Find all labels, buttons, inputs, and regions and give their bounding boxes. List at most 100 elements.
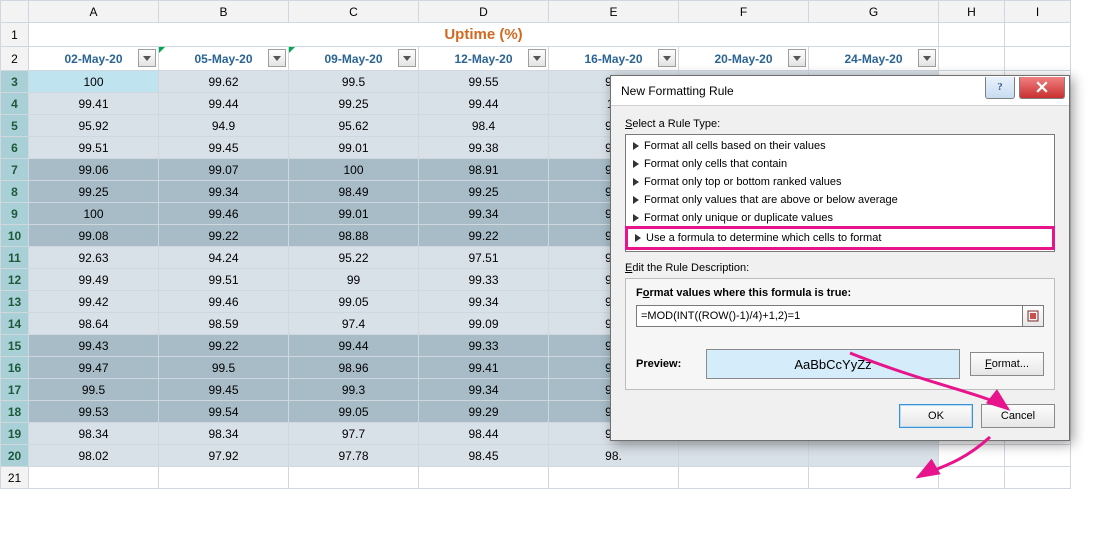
cell[interactable] (679, 467, 809, 489)
cell[interactable]: 98.4 (419, 115, 549, 137)
cell[interactable]: 99.22 (419, 225, 549, 247)
cell[interactable]: 95.62 (289, 115, 419, 137)
cell[interactable]: 95.22 (289, 247, 419, 269)
cell[interactable]: 99.42 (29, 291, 159, 313)
filter-dropdown-button[interactable] (268, 49, 286, 67)
row-header[interactable]: 17 (1, 379, 29, 401)
cell[interactable] (1005, 23, 1071, 47)
cell[interactable]: 99.06 (29, 159, 159, 181)
cell[interactable]: 99.53 (29, 401, 159, 423)
rule-type-list[interactable]: Format all cells based on their values Fo… (625, 134, 1055, 252)
cell[interactable] (1005, 467, 1071, 489)
help-button[interactable]: ? (985, 77, 1015, 99)
col-header[interactable]: D (419, 1, 549, 23)
cell[interactable]: 99.41 (29, 93, 159, 115)
cell[interactable]: 99.45 (159, 137, 289, 159)
cell[interactable]: 99.51 (159, 269, 289, 291)
cell[interactable] (679, 445, 809, 467)
cell[interactable] (29, 467, 159, 489)
col-header[interactable]: H (939, 1, 1005, 23)
row-header[interactable]: 5 (1, 115, 29, 137)
cell[interactable]: 99.25 (419, 181, 549, 203)
cell[interactable]: 99.54 (159, 401, 289, 423)
column-header-cell[interactable]: 09-May-20 (289, 47, 419, 71)
col-header[interactable]: C (289, 1, 419, 23)
cell[interactable]: 99.25 (29, 181, 159, 203)
cell[interactable]: 100 (29, 203, 159, 225)
row-header[interactable]: 3 (1, 71, 29, 93)
cell[interactable]: 98.34 (159, 423, 289, 445)
cell[interactable]: 99.49 (29, 269, 159, 291)
cell[interactable]: 94.24 (159, 247, 289, 269)
sheet-title[interactable]: Uptime (%) (29, 23, 939, 47)
rule-type-item[interactable]: Format only top or bottom ranked values (626, 173, 1054, 191)
cell[interactable] (1005, 445, 1071, 467)
collapse-dialog-button[interactable] (1022, 305, 1044, 327)
cell[interactable]: 92.63 (29, 247, 159, 269)
cell[interactable]: 98.49 (289, 181, 419, 203)
cell[interactable]: 99.22 (159, 335, 289, 357)
cell[interactable]: 99.55 (419, 71, 549, 93)
cell[interactable]: 99.41 (419, 357, 549, 379)
close-button[interactable] (1019, 77, 1065, 99)
row-header[interactable]: 21 (1, 467, 29, 489)
cell[interactable]: 99.44 (159, 93, 289, 115)
row-header[interactable]: 9 (1, 203, 29, 225)
row-header[interactable]: 1 (1, 23, 29, 47)
cell[interactable]: 99.22 (159, 225, 289, 247)
cell[interactable]: 99.33 (419, 335, 549, 357)
cell[interactable]: 99.25 (289, 93, 419, 115)
cell[interactable]: 99.08 (29, 225, 159, 247)
cell[interactable]: 98.45 (419, 445, 549, 467)
rule-type-item[interactable]: Format all cells based on their values (626, 137, 1054, 155)
row-header[interactable]: 20 (1, 445, 29, 467)
row-header[interactable]: 13 (1, 291, 29, 313)
cell[interactable]: 99.29 (419, 401, 549, 423)
col-header[interactable]: E (549, 1, 679, 23)
cell[interactable]: 99.34 (419, 203, 549, 225)
cell[interactable]: 97.51 (419, 247, 549, 269)
cell[interactable] (939, 467, 1005, 489)
row-header[interactable]: 11 (1, 247, 29, 269)
cell[interactable]: 99.05 (289, 291, 419, 313)
cell[interactable]: 99.34 (419, 379, 549, 401)
row-header[interactable]: 18 (1, 401, 29, 423)
cell[interactable]: 99.38 (419, 137, 549, 159)
cell[interactable]: 99.5 (289, 71, 419, 93)
filter-dropdown-button[interactable] (528, 49, 546, 67)
filter-dropdown-button[interactable] (138, 49, 156, 67)
cell[interactable]: 99.46 (159, 291, 289, 313)
filter-dropdown-button[interactable] (658, 49, 676, 67)
cell[interactable]: 94.9 (159, 115, 289, 137)
cell[interactable]: 95.92 (29, 115, 159, 137)
row-header[interactable]: 7 (1, 159, 29, 181)
cell[interactable]: 99.01 (289, 137, 419, 159)
cell[interactable]: 98.44 (419, 423, 549, 445)
cell[interactable]: 98. (549, 445, 679, 467)
cell[interactable]: 98.64 (29, 313, 159, 335)
cell[interactable]: 98.59 (159, 313, 289, 335)
cell[interactable]: 99.33 (419, 269, 549, 291)
cell[interactable]: 99.05 (289, 401, 419, 423)
cell[interactable]: 98.34 (29, 423, 159, 445)
cell[interactable]: 98.02 (29, 445, 159, 467)
cell[interactable]: 100 (289, 159, 419, 181)
row-header[interactable]: 12 (1, 269, 29, 291)
cell[interactable]: 99.44 (419, 93, 549, 115)
row-header[interactable]: 6 (1, 137, 29, 159)
cell[interactable]: 98.88 (289, 225, 419, 247)
row-header[interactable]: 19 (1, 423, 29, 445)
cell[interactable]: 99.44 (289, 335, 419, 357)
row-header[interactable]: 4 (1, 93, 29, 115)
filter-dropdown-button[interactable] (398, 49, 416, 67)
cell[interactable]: 97.7 (289, 423, 419, 445)
cell[interactable] (939, 23, 1005, 47)
cell[interactable]: 99.5 (29, 379, 159, 401)
formula-input[interactable] (636, 305, 1023, 327)
column-header-cell[interactable]: 24-May-20 (809, 47, 939, 71)
column-header-cell[interactable]: 16-May-20 (549, 47, 679, 71)
row-header[interactable]: 16 (1, 357, 29, 379)
cell[interactable] (419, 467, 549, 489)
rule-type-item[interactable]: Format only unique or duplicate values (626, 209, 1054, 227)
rule-type-item[interactable]: Use a formula to determine which cells t… (625, 226, 1055, 250)
